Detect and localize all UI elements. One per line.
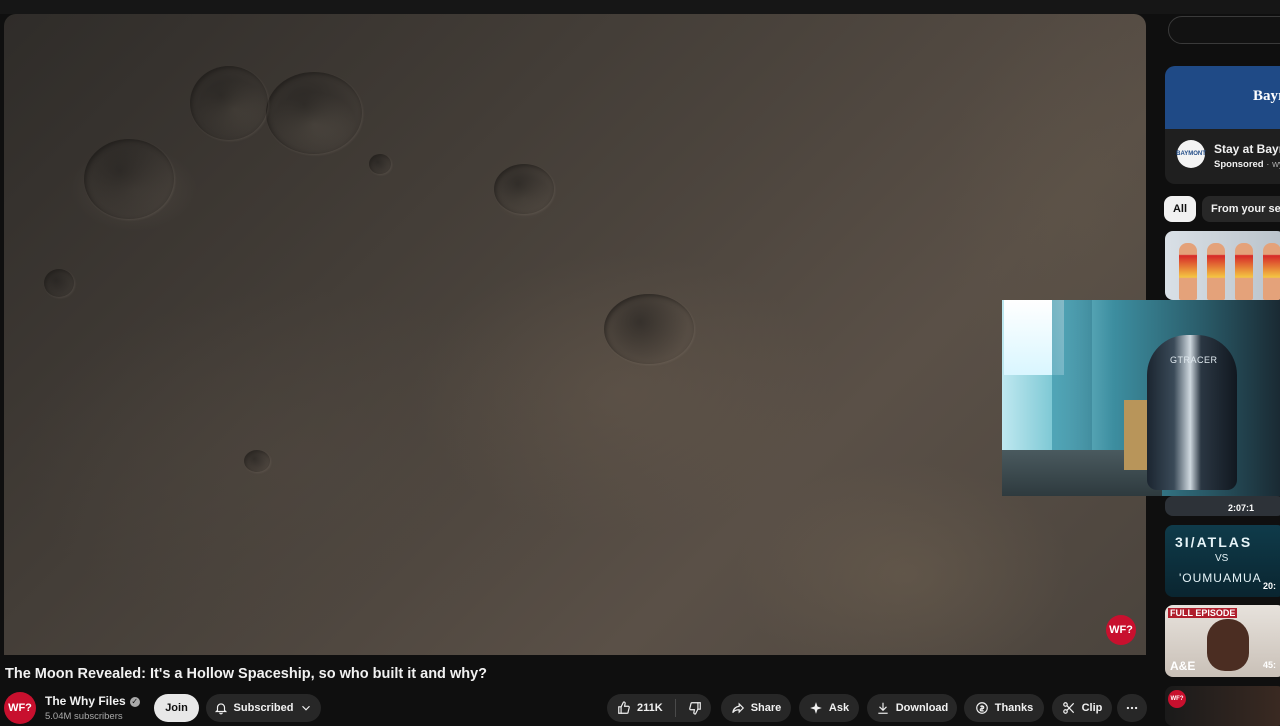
channel-badge: WF? xyxy=(1168,690,1186,708)
webcam-overlay: GTRACER xyxy=(1002,300,1280,496)
ad-sponsor-domain: · wy xyxy=(1266,159,1280,170)
moon-crater xyxy=(190,66,268,140)
recommended-video-thumbnail[interactable] xyxy=(1165,231,1280,300)
like-dislike-group: 211K xyxy=(607,694,711,722)
chevron-down-icon xyxy=(302,705,311,711)
channel-name-text[interactable]: The Why Files xyxy=(45,694,126,708)
thumbnail-figure xyxy=(1263,243,1280,300)
join-button[interactable]: Join xyxy=(154,694,199,722)
share-button[interactable]: Share xyxy=(721,694,791,722)
share-icon xyxy=(731,702,744,714)
thumbnail-figure xyxy=(1235,243,1253,300)
more-actions-button[interactable] xyxy=(1117,694,1147,722)
thumbnail-text: 3I/ATLAS xyxy=(1175,534,1253,550)
top-bar xyxy=(0,0,1280,14)
thumbnail-text: 'OUMUAMUA xyxy=(1179,571,1262,585)
channel-avatar[interactable]: WF? xyxy=(4,692,36,724)
thumbs-down-icon[interactable] xyxy=(688,701,702,715)
video-duration: 20: xyxy=(1263,581,1277,591)
ad-advertiser-logo: BAYMONT xyxy=(1176,140,1206,168)
moon-crater xyxy=(494,164,554,214)
thumbnail-figure xyxy=(1179,243,1197,300)
video-title: The Moon Revealed: It's a Hollow Spacesh… xyxy=(5,666,487,682)
network-logo: A&E xyxy=(1170,659,1196,673)
clip-button[interactable]: Clip xyxy=(1052,694,1112,722)
ad-sponsored-label: Sponsored xyxy=(1214,159,1264,170)
verified-check-icon: ✓ xyxy=(129,696,140,707)
like-count[interactable]: 211K xyxy=(637,702,663,714)
moon-crater xyxy=(244,450,270,472)
ask-label: Ask xyxy=(828,702,850,714)
thanks-button[interactable]: Thanks xyxy=(964,694,1044,722)
more-horizontal-icon xyxy=(1126,706,1138,710)
download-label: Download xyxy=(895,702,949,714)
video-player[interactable]: WF? xyxy=(4,14,1146,655)
ad-sponsored-line: Sponsored · wy xyxy=(1214,159,1280,170)
ad-banner-image[interactable]: Bayr xyxy=(1165,66,1280,129)
subscriber-count: 5.04M subscribers xyxy=(45,711,123,722)
subscribed-label: Subscribed xyxy=(233,702,294,714)
filter-chip-from-your-search[interactable]: From your sea xyxy=(1202,196,1280,222)
moon-crater xyxy=(369,154,391,174)
sidebar-search-box[interactable] xyxy=(1168,16,1280,44)
share-label: Share xyxy=(750,702,782,714)
download-button[interactable]: Download xyxy=(867,694,957,722)
ad-banner-text: Bayr xyxy=(1253,88,1280,104)
download-icon xyxy=(878,702,888,714)
subscribed-button[interactable]: Subscribed xyxy=(206,694,321,722)
moon-crater xyxy=(44,269,74,297)
recommended-video-thumbnail[interactable] xyxy=(1165,496,1280,516)
video-duration: 45: xyxy=(1263,660,1277,670)
like-divider xyxy=(674,699,676,717)
channel-name[interactable]: The Why Files ✓ xyxy=(45,694,140,708)
thanks-icon xyxy=(975,702,988,714)
moon-crater xyxy=(266,72,362,154)
thumbnail-label: FULL EPISODE xyxy=(1168,608,1238,618)
channel-watermark[interactable]: WF? xyxy=(1106,615,1136,645)
bell-icon xyxy=(214,703,227,715)
moon-crater xyxy=(604,294,694,364)
video-duration: 2:07:1 xyxy=(1228,503,1255,513)
ask-button[interactable]: Ask xyxy=(799,694,859,722)
chair-brand-text: GTRACER xyxy=(1170,355,1218,365)
join-label: Join xyxy=(165,702,188,714)
thumbs-up-icon[interactable] xyxy=(617,701,631,715)
sparkle-icon xyxy=(810,702,822,714)
thumbnail-figure xyxy=(1207,243,1225,300)
scissors-icon xyxy=(1062,702,1074,714)
ad-title[interactable]: Stay at Bayr xyxy=(1214,142,1280,156)
clip-label: Clip xyxy=(1081,702,1103,714)
filter-chip-all[interactable]: All xyxy=(1164,196,1196,222)
thanks-label: Thanks xyxy=(994,702,1034,714)
thumbnail-text: VS xyxy=(1215,553,1229,564)
recommended-video-thumbnail[interactable]: WF? xyxy=(1165,686,1280,726)
thumbnail-person xyxy=(1207,619,1249,671)
moon-crater xyxy=(84,139,174,219)
